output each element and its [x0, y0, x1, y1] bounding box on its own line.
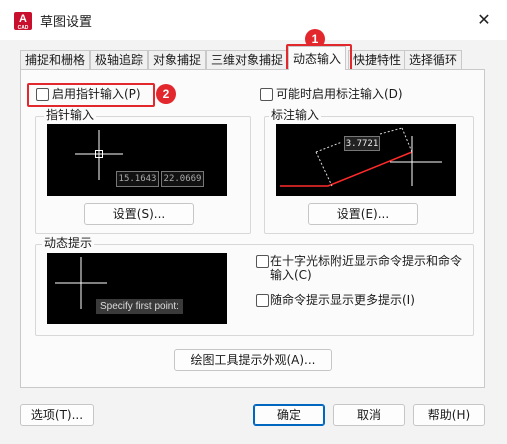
drafting-tooltip-appearance-button[interactable]: 绘图工具提示外观(A)...: [174, 349, 332, 371]
show-prompts-near-crosshair-label-cont: 输入(C): [270, 268, 312, 282]
pointer-x-field: 15.1643: [116, 171, 159, 187]
step-badge-2: 2: [156, 84, 176, 104]
pointer-y-field: 22.0669: [161, 171, 204, 187]
dimension-input-group-label: 标注输入: [269, 108, 322, 122]
tab-object-snap[interactable]: 对象捕捉: [148, 50, 207, 69]
tab-3d-object-snap[interactable]: 三维对象捕捉: [206, 50, 289, 69]
options-button[interactable]: 选项(T)...: [20, 404, 94, 426]
close-icon[interactable]: ✕: [472, 8, 496, 32]
app-logo-icon: A CAD: [14, 12, 32, 31]
window-title: 草图设置: [40, 15, 93, 30]
pointer-input-group-label: 指针输入: [44, 108, 97, 122]
enable-dimension-input-checkbox[interactable]: [260, 88, 273, 101]
tab-quick-properties[interactable]: 快捷特性: [348, 50, 407, 69]
dimension-settings-button[interactable]: 设置(E)...: [308, 203, 418, 225]
help-button[interactable]: 帮助(H): [413, 404, 485, 426]
tab-selection-cycling[interactable]: 选择循环: [404, 50, 463, 69]
ok-button[interactable]: 确定: [253, 404, 325, 426]
enable-dimension-input-label: 可能时启用标注输入(D): [276, 87, 403, 101]
tab-dynamic-input[interactable]: 动态输入: [288, 46, 347, 70]
pointer-settings-button[interactable]: 设置(S)...: [84, 203, 194, 225]
show-more-prompts-label: 随命令提示显示更多提示(I): [270, 293, 415, 307]
show-prompts-near-crosshair-checkbox[interactable]: [256, 255, 269, 268]
cancel-button[interactable]: 取消: [333, 404, 405, 426]
tab-snap-grid[interactable]: 捕捉和栅格: [20, 50, 91, 69]
enable-pointer-input-label: 启用指针输入(P): [52, 87, 141, 101]
dimension-input-preview: [276, 124, 456, 196]
show-more-prompts-checkbox[interactable]: [256, 294, 269, 307]
prompt-tooltip: Specify first point:: [96, 299, 183, 314]
dynamic-prompts-group-label: 动态提示: [42, 236, 95, 250]
show-prompts-near-crosshair-label: 在十字光标附近显示命令提示和命令: [270, 254, 463, 268]
dimension-preview-graphic: [280, 127, 442, 187]
tab-polar-tracking[interactable]: 极轴追踪: [90, 50, 149, 69]
dimension-value-field: 3.7721: [344, 136, 380, 151]
enable-pointer-input-checkbox[interactable]: [36, 88, 49, 101]
